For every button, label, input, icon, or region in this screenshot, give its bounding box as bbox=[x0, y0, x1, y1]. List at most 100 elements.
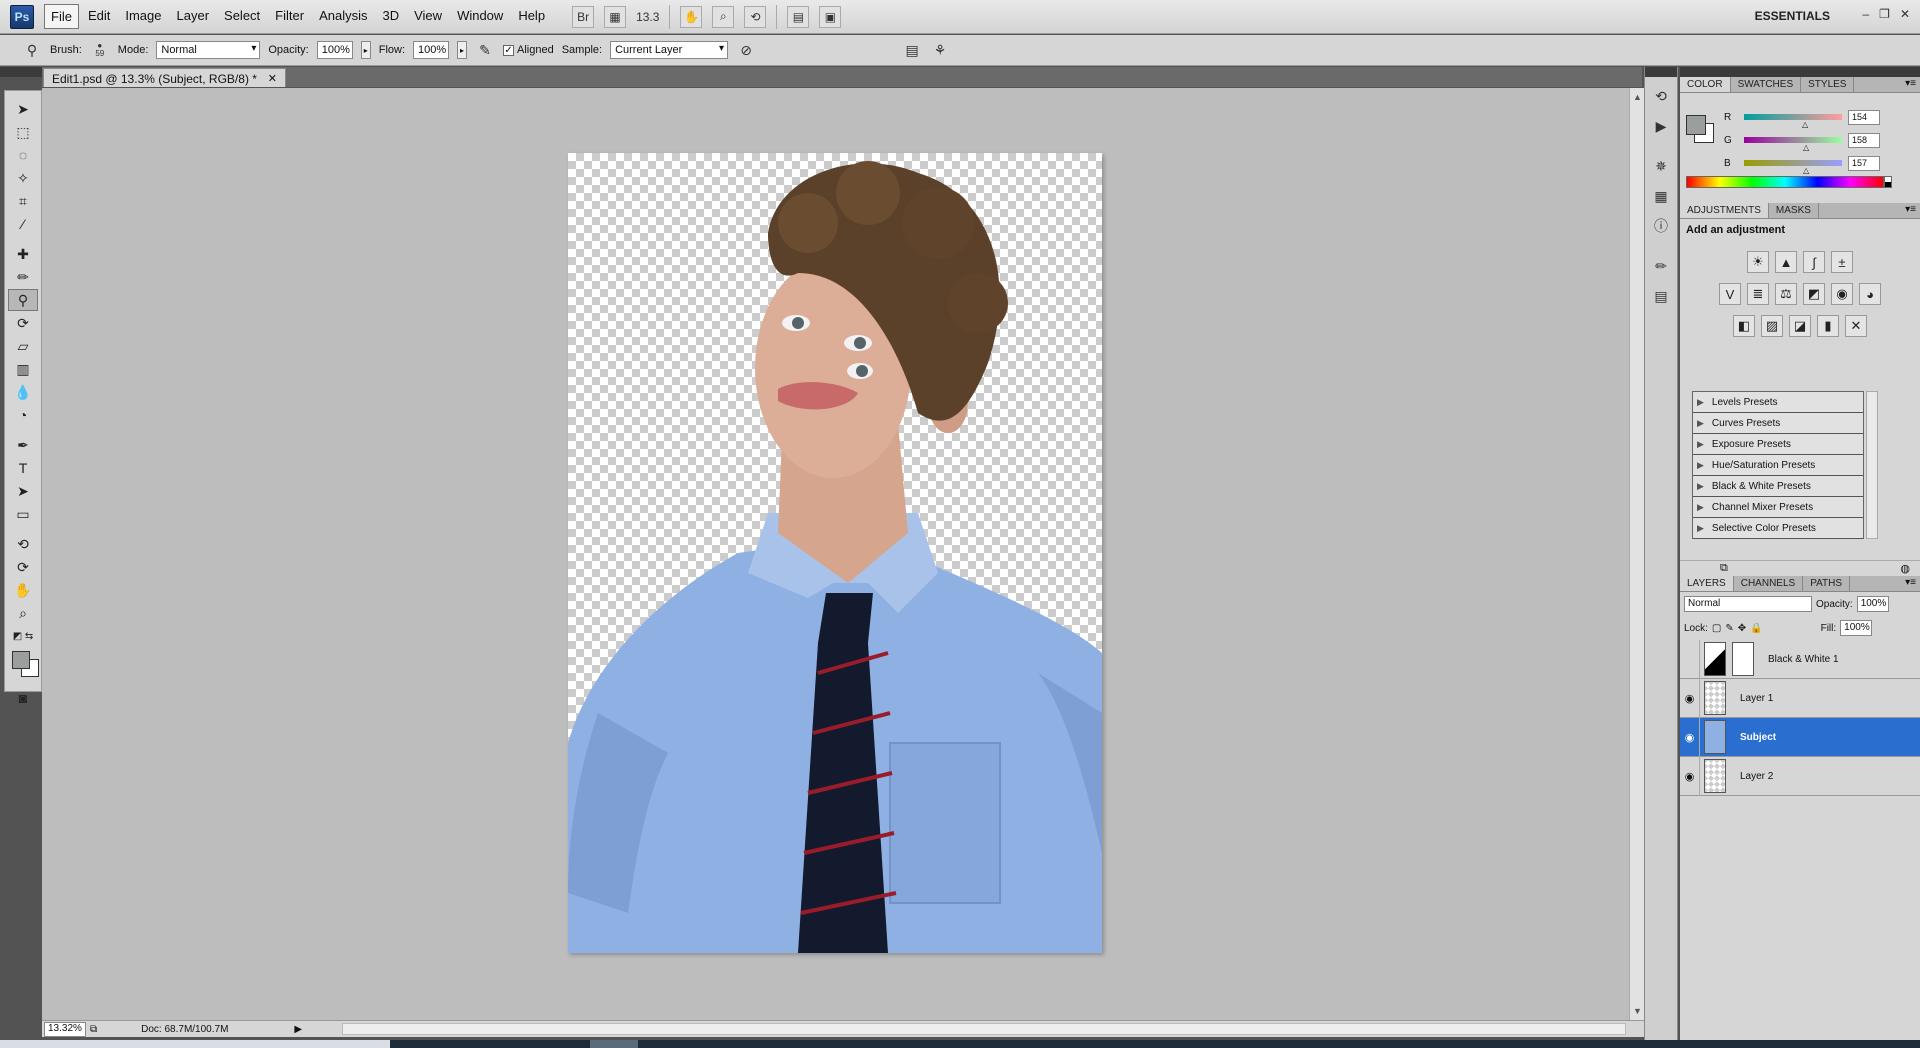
lock-image-icon[interactable]: ✎ bbox=[1725, 623, 1733, 634]
dodge-tool-icon[interactable]: ◔ bbox=[8, 404, 38, 426]
eye-icon[interactable]: ◉ bbox=[1680, 756, 1700, 796]
channel-mixer-icon[interactable]: ◕ bbox=[1859, 283, 1881, 305]
fill-field[interactable]: 100% bbox=[1840, 620, 1873, 636]
clip-to-layer-icon[interactable]: ◍ bbox=[1900, 562, 1910, 575]
black-white-ramp[interactable] bbox=[1884, 176, 1892, 188]
presets-scrollbar[interactable] bbox=[1866, 391, 1878, 539]
eyedropper-tool-icon[interactable]: ⁄ bbox=[8, 213, 38, 235]
arrange-documents-icon[interactable]: ▤ bbox=[787, 5, 810, 28]
zoom-level-display[interactable]: 13.3 bbox=[636, 10, 659, 24]
opacity-slider-toggle[interactable]: ▸ bbox=[360, 41, 371, 59]
bridge-button[interactable]: Br bbox=[572, 5, 595, 28]
ignore-adjustment-layers-icon[interactable]: ⊘ bbox=[736, 40, 756, 60]
tab-masks[interactable]: MASKS bbox=[1769, 203, 1819, 218]
document-tab[interactable]: Edit1.psd @ 13.3% (Subject, RGB/8) * ✕ bbox=[43, 68, 286, 87]
menu-window[interactable]: Window bbox=[451, 4, 509, 29]
red-value-field[interactable]: 154 bbox=[1848, 109, 1880, 125]
hand-tool-icon[interactable]: ✋ bbox=[680, 5, 703, 28]
levels-icon[interactable]: ▲ bbox=[1775, 251, 1797, 273]
aligned-option[interactable]: ✓ Aligned bbox=[503, 44, 554, 56]
lock-transparent-icon[interactable]: ▢ bbox=[1712, 623, 1721, 634]
zoom-field[interactable]: 13.32% bbox=[44, 1021, 86, 1037]
tab-layers[interactable]: LAYERS bbox=[1680, 576, 1734, 591]
green-value-field[interactable]: 158 bbox=[1848, 132, 1880, 148]
tab-adjustments[interactable]: ADJUSTMENTS bbox=[1680, 203, 1769, 218]
invert-icon[interactable]: ◧ bbox=[1733, 315, 1755, 337]
tab-styles[interactable]: STYLES bbox=[1801, 77, 1855, 92]
shape-tool-icon[interactable]: ▭ bbox=[8, 503, 38, 525]
vertical-scrollbar[interactable]: ▲ ▼ bbox=[1629, 88, 1644, 1020]
brush-tool-icon[interactable]: ✏ bbox=[8, 266, 38, 288]
menu-image[interactable]: Image bbox=[119, 4, 167, 29]
panel-menu-icon[interactable]: ▾≡ bbox=[1905, 577, 1916, 588]
airbrush-icon[interactable]: ✎ bbox=[475, 40, 495, 60]
return-to-list-icon[interactable]: ⧉ bbox=[1720, 562, 1728, 575]
tab-paths[interactable]: PATHS bbox=[1803, 576, 1851, 591]
blur-tool-icon[interactable]: 💧 bbox=[8, 381, 38, 403]
rotate-view-icon[interactable]: ⟲ bbox=[744, 5, 767, 28]
foreground-color-swatch[interactable] bbox=[12, 651, 30, 669]
foreground-color-swatch[interactable] bbox=[1686, 115, 1706, 135]
hue-saturation-icon[interactable]: ≣ bbox=[1747, 283, 1769, 305]
lasso-tool-icon[interactable]: ◌ bbox=[8, 144, 38, 166]
minimize-icon[interactable]: – bbox=[1862, 7, 1869, 21]
preset-channel-mixer[interactable]: ▶ Channel Mixer Presets bbox=[1693, 497, 1863, 518]
menu-analysis[interactable]: Analysis bbox=[313, 4, 373, 29]
sample-select[interactable]: Current Layer bbox=[610, 41, 729, 59]
type-tool-icon[interactable]: T bbox=[8, 457, 38, 479]
menu-view[interactable]: View bbox=[408, 4, 448, 29]
default-colors-icon[interactable]: ◩ ⇆ bbox=[8, 625, 38, 647]
aligned-checkbox[interactable]: ✓ bbox=[503, 44, 515, 56]
gradient-map-icon[interactable]: ▮ bbox=[1817, 315, 1839, 337]
brush-picker[interactable]: ● 59 bbox=[90, 40, 110, 60]
blue-slider[interactable]: △ bbox=[1744, 160, 1842, 175]
panel-menu-icon[interactable]: ▾≡ bbox=[1905, 204, 1916, 215]
opacity-field[interactable]: 100% bbox=[316, 41, 353, 59]
preset-black-white[interactable]: ▶ Black & White Presets bbox=[1693, 476, 1863, 497]
menu-select[interactable]: Select bbox=[218, 4, 266, 29]
flow-slider-toggle[interactable]: ▸ bbox=[457, 41, 468, 59]
color-balance-icon[interactable]: ⚖ bbox=[1775, 283, 1797, 305]
tab-swatches[interactable]: SWATCHES bbox=[1731, 77, 1802, 92]
preset-exposure[interactable]: ▶ Exposure Presets bbox=[1693, 434, 1863, 455]
eye-icon[interactable]: ◉ bbox=[1680, 678, 1700, 718]
quick-mask-icon[interactable]: ◙ bbox=[8, 687, 38, 709]
lock-all-icon[interactable]: 🔒 bbox=[1750, 623, 1762, 634]
pen-tool-icon[interactable]: ✒ bbox=[8, 434, 38, 456]
curves-icon[interactable]: ∫ bbox=[1803, 251, 1825, 273]
exposure-icon[interactable]: ± bbox=[1831, 251, 1853, 273]
layer-black-white-1[interactable]: Black & White 1 bbox=[1680, 639, 1920, 679]
zoom-tool-icon[interactable]: ⌕ bbox=[8, 602, 38, 624]
document-canvas[interactable] bbox=[568, 153, 1102, 953]
brightness-contrast-icon[interactable]: ☀ bbox=[1747, 251, 1769, 273]
eraser-tool-icon[interactable]: ▱ bbox=[8, 335, 38, 357]
preset-hue-saturation[interactable]: ▶ Hue/Saturation Presets bbox=[1693, 455, 1863, 476]
layer-1[interactable]: ◉ Layer 1 bbox=[1680, 678, 1920, 718]
menu-layer[interactable]: Layer bbox=[171, 4, 216, 29]
healing-brush-tool-icon[interactable]: ✚ bbox=[8, 243, 38, 265]
menu-help[interactable]: Help bbox=[512, 4, 551, 29]
layer-mask-thumbnail[interactable] bbox=[1732, 642, 1754, 676]
status-menu-arrow[interactable]: ▶ bbox=[294, 1024, 302, 1035]
clone-stamp-tool-icon[interactable]: ⚲ bbox=[22, 40, 42, 60]
actions-panel-icon[interactable]: ▶ bbox=[1649, 115, 1673, 137]
mode-select[interactable]: Normal bbox=[156, 41, 261, 59]
view-extras-icon[interactable]: ▦ bbox=[604, 5, 627, 28]
preset-levels[interactable]: ▶ Levels Presets bbox=[1693, 392, 1863, 413]
tab-channels[interactable]: CHANNELS bbox=[1734, 576, 1804, 591]
layer-subject[interactable]: ◉ Subject bbox=[1680, 717, 1920, 757]
workspace-switcher[interactable]: ESSENTIALS bbox=[1755, 9, 1830, 23]
clone-source-icon[interactable]: ▤ bbox=[902, 40, 922, 60]
doc-info-icon[interactable]: ⧉ bbox=[90, 1024, 97, 1035]
screen-mode-icon[interactable]: ▣ bbox=[819, 5, 842, 28]
threshold-icon[interactable]: ◪ bbox=[1789, 315, 1811, 337]
brushes-panel-icon[interactable]: ✏ bbox=[1649, 255, 1673, 277]
info-panel-icon[interactable]: ⓘ bbox=[1649, 215, 1673, 237]
history-panel-icon[interactable]: ⟲ bbox=[1649, 85, 1673, 107]
marquee-tool-icon[interactable]: ⬚ bbox=[8, 121, 38, 143]
panel-menu-icon[interactable]: ▾≡ bbox=[1905, 78, 1916, 89]
clone-source-panel-icon[interactable]: ▤ bbox=[1649, 285, 1673, 307]
tab-color[interactable]: COLOR bbox=[1680, 77, 1731, 92]
selective-color-icon[interactable]: ✕ bbox=[1845, 315, 1867, 337]
blend-mode-select[interactable]: Normal bbox=[1684, 596, 1812, 612]
